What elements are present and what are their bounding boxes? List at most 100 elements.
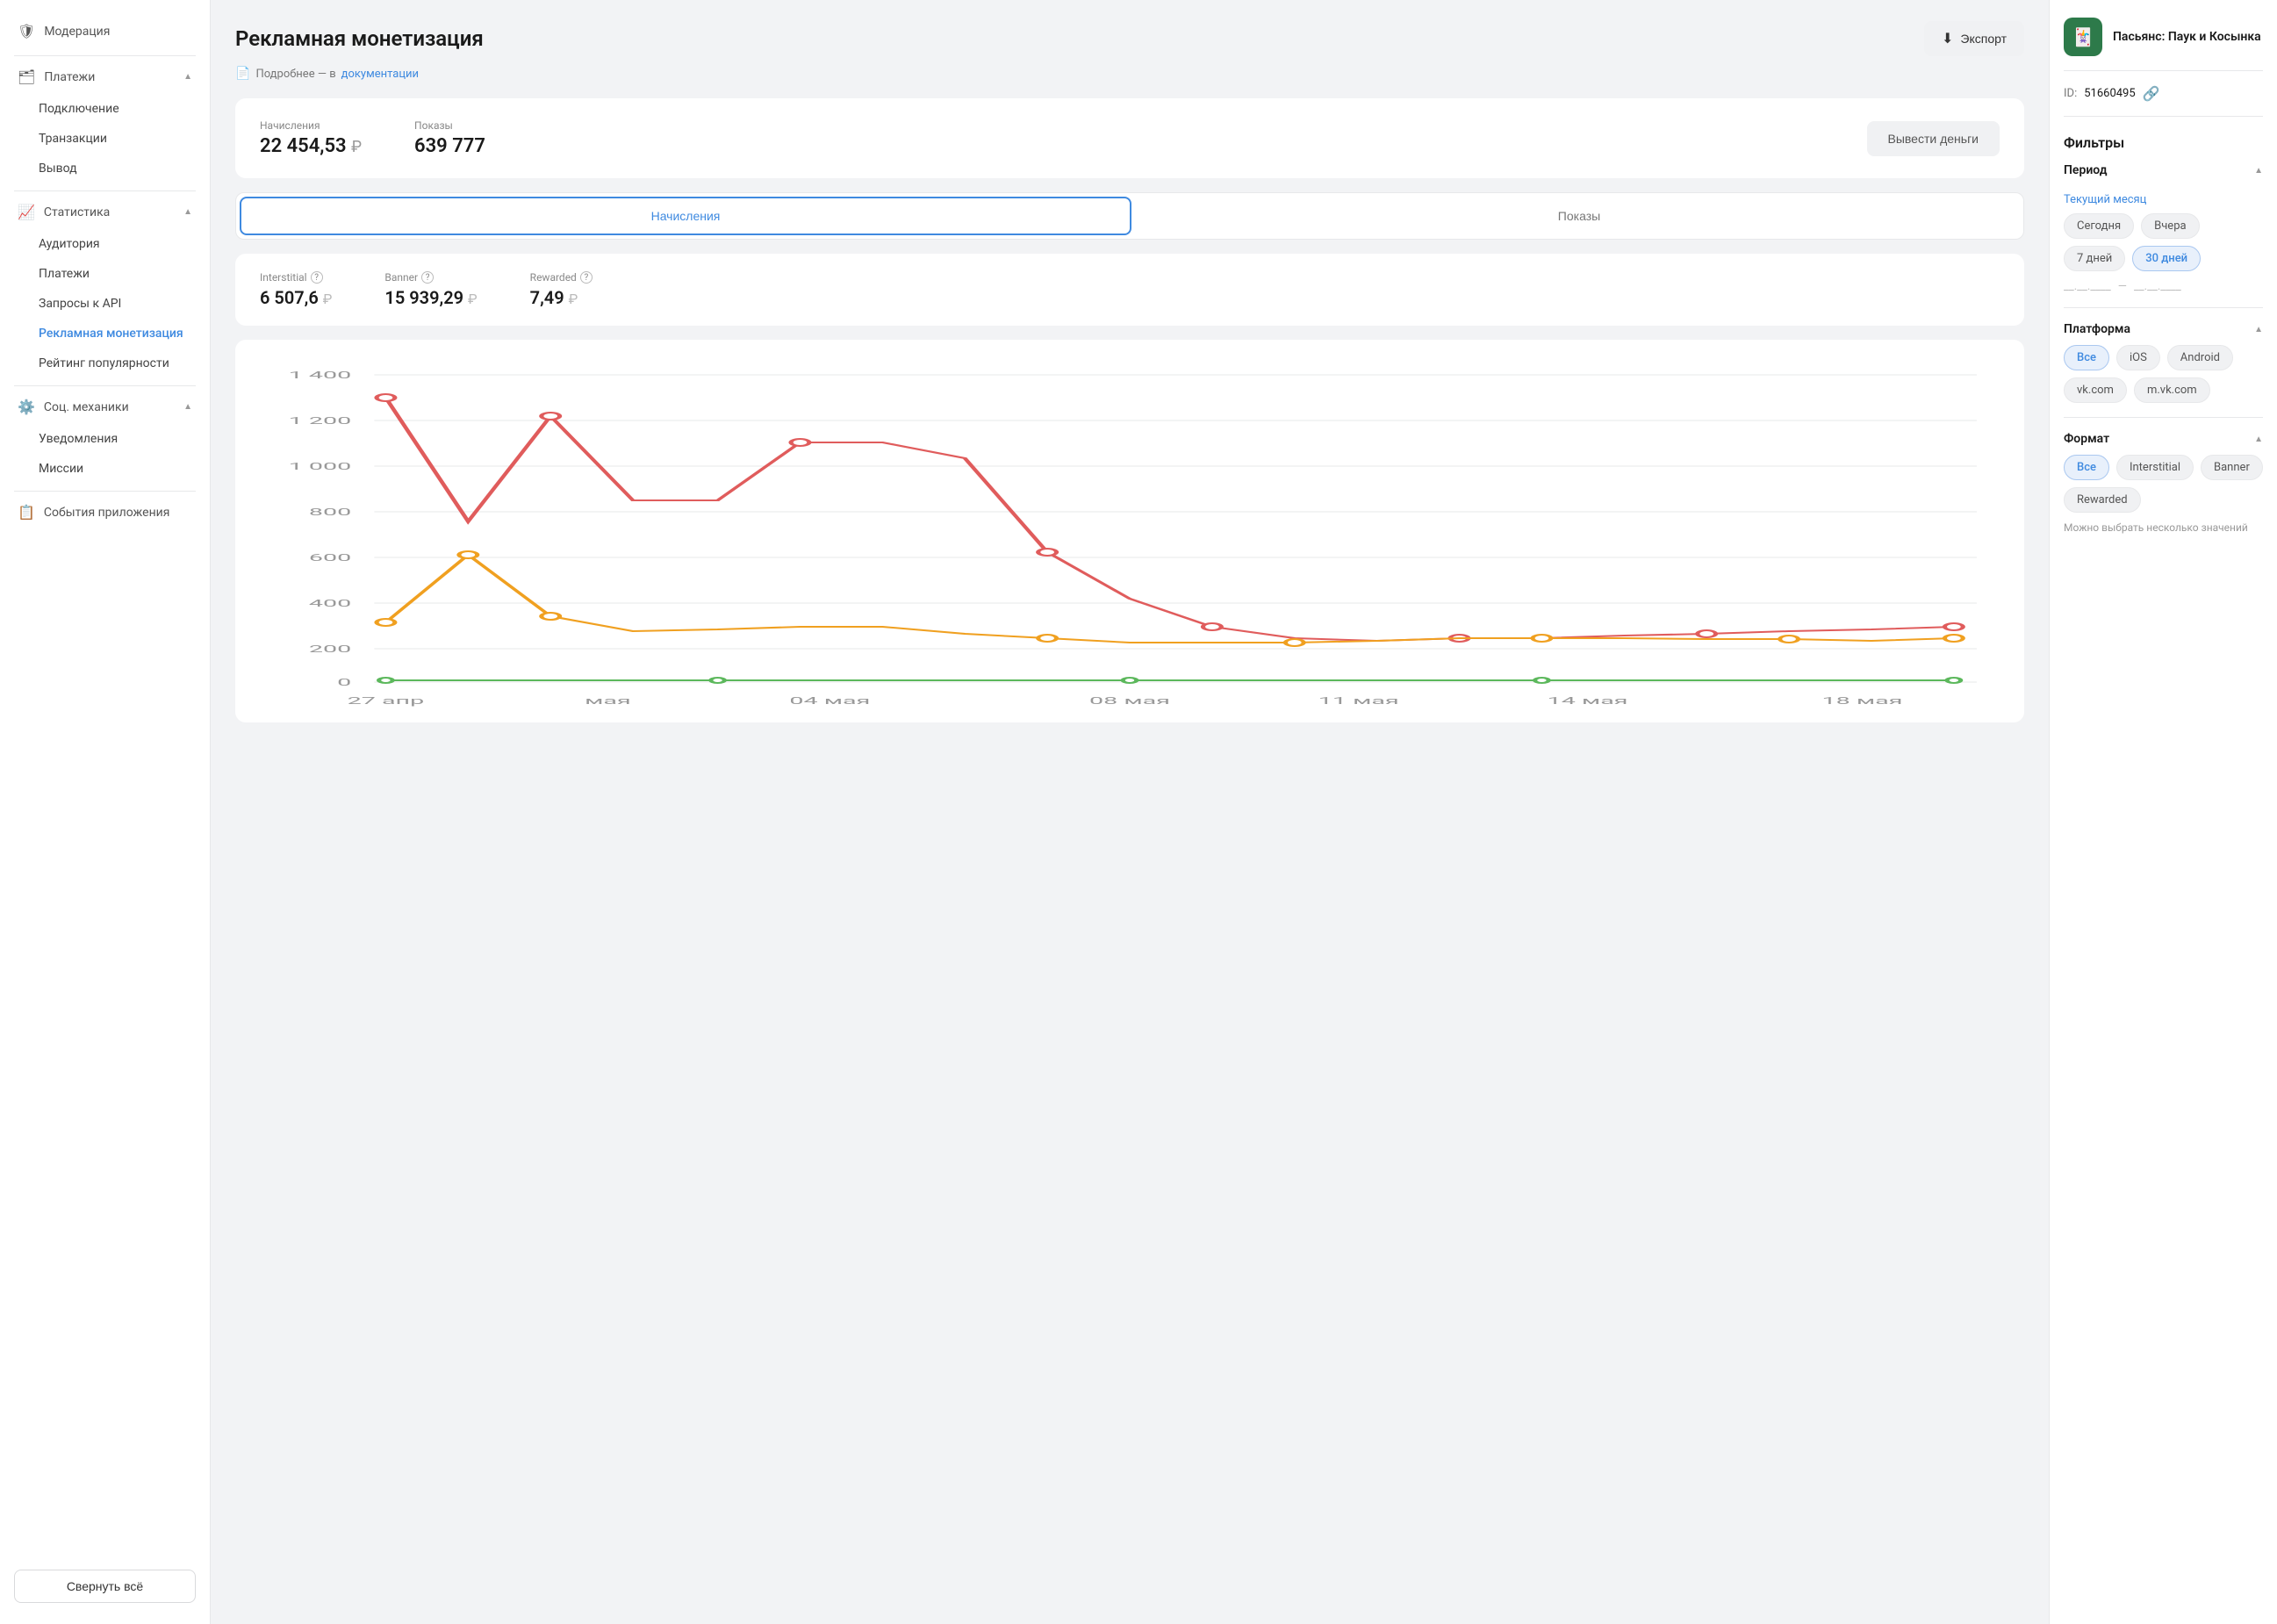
export-icon: ⬇ — [1942, 30, 1953, 47]
sidebar-item-transactions[interactable]: Транзакции — [0, 124, 210, 154]
app-id-label: ID: — [2064, 87, 2077, 100]
svg-text:400: 400 — [309, 598, 351, 609]
period-7days[interactable]: 7 дней — [2064, 246, 2125, 271]
filters-section: Фильтры Период ▲ Текущий месяц Сегодня В… — [2064, 134, 2263, 534]
sidebar-item-connection[interactable]: Подключение — [0, 94, 210, 124]
banner-line — [385, 555, 1953, 643]
platform-all[interactable]: Все — [2064, 345, 2109, 370]
banner-dot — [459, 551, 478, 558]
sidebar-item-withdrawal[interactable]: Вывод — [0, 154, 210, 183]
sidebar-item-notifications[interactable]: Уведомления — [0, 424, 210, 454]
rewarded-dot — [1535, 678, 1549, 683]
app-header: 🃏 Пасьянс: Паук и Косынка — [2064, 18, 2263, 71]
sidebar-section-social: ⚙️ Соц. механики ▲ Уведомления Миссии — [0, 390, 210, 484]
svg-text:600: 600 — [309, 552, 351, 564]
platform-chips: Все iOS Android vk.com m.vk.com — [2064, 345, 2263, 403]
format-banner[interactable]: Banner — [2201, 455, 2263, 480]
sidebar-header-statistics[interactable]: 📈 Статистика ▲ — [0, 195, 210, 229]
format-filter: Формат ▲ Все Interstitial Banner Rewarde… — [2064, 432, 2263, 534]
sidebar-item-api[interactable]: Запросы к API — [0, 289, 210, 319]
interstitial-dot — [1698, 630, 1716, 637]
interstitial-help-icon[interactable]: ? — [311, 271, 323, 284]
docs-link[interactable]: документации — [341, 68, 419, 81]
platform-android[interactable]: Android — [2167, 345, 2233, 370]
date-range-row: __.__.____ — __.__.____ — [2064, 280, 2263, 293]
metric-banner: Banner ? 15 939,29 ₽ — [384, 271, 477, 308]
sidebar-header-payments[interactable]: 🗂 Платежи ▲ — [0, 60, 210, 94]
page-title: Рекламная монетизация — [235, 26, 484, 51]
svg-text:800: 800 — [309, 507, 351, 518]
platform-filter: Платформа ▲ Все iOS Android vk.com m.vk.… — [2064, 322, 2263, 403]
period-chips: Сегодня Вчера 7 дней 30 дней — [2064, 213, 2263, 271]
sidebar-section-app-events: 📋 События приложения — [0, 495, 210, 529]
tab-accruals[interactable]: Начисления — [240, 197, 1131, 235]
filters-title: Фильтры — [2064, 134, 2263, 151]
sidebar-header-social[interactable]: ⚙️ Соц. механики ▲ — [0, 390, 210, 424]
svg-text:мая: мая — [585, 695, 631, 707]
stats-card: Начисления 22 454,53 ₽ Показы 639 777 Вы… — [235, 98, 2024, 178]
sidebar-item-ad-monetization[interactable]: Рекламная монетизация — [0, 319, 210, 349]
info-icon: 📄 — [235, 67, 250, 81]
sidebar-item-app-events[interactable]: 📋 События приложения — [0, 495, 210, 529]
sidebar-item-popularity[interactable]: Рейтинг популярности — [0, 349, 210, 378]
sidebar: 🛡 Модерация 🗂 Платежи ▲ Подключение Тран… — [0, 0, 211, 1624]
rewarded-value: 7,49 ₽ — [530, 287, 593, 308]
shows-value: 639 777 — [414, 135, 485, 157]
svg-text:200: 200 — [309, 643, 351, 655]
banner-dot — [1285, 639, 1304, 646]
sidebar-label-social: Соц. механики — [44, 400, 129, 414]
rewarded-dot — [711, 678, 725, 683]
platform-mvkcom[interactable]: m.vk.com — [2134, 377, 2210, 403]
svg-text:1 400: 1 400 — [289, 370, 352, 381]
shows-block: Показы 639 777 — [414, 119, 485, 157]
app-id-value: 51660495 — [2084, 87, 2135, 100]
sidebar-item-audience[interactable]: Аудитория — [0, 229, 210, 259]
period-current-month[interactable]: Текущий месяц — [2064, 186, 2263, 213]
format-hint: Можно выбрать несколько значений — [2064, 521, 2263, 534]
platform-vkcom[interactable]: vk.com — [2064, 377, 2127, 403]
withdraw-button[interactable]: Вывести деньги — [1867, 121, 2000, 156]
chart-tabs: Начисления Показы — [235, 192, 2024, 240]
period-title: Период — [2064, 163, 2107, 177]
chevron-up-icon-social: ▲ — [183, 402, 192, 412]
svg-text:11 мая: 11 мая — [1318, 695, 1399, 707]
chevron-up-icon-stat: ▲ — [183, 207, 192, 217]
chart-container: 1 400 1 200 1 000 800 600 400 200 0 27 а… — [260, 357, 2000, 708]
app-id-row: ID: 51660495 🔗 — [2064, 85, 2263, 117]
export-button[interactable]: ⬇ Экспорт — [1924, 21, 2024, 56]
metric-interstitial: Interstitial ? 6 507,6 ₽ — [260, 271, 332, 308]
period-yesterday[interactable]: Вчера — [2141, 213, 2199, 239]
format-title: Формат — [2064, 432, 2109, 446]
banner-help-icon[interactable]: ? — [421, 271, 434, 284]
period-30days[interactable]: 30 дней — [2132, 246, 2201, 271]
banner-dot — [1038, 635, 1057, 642]
right-panel: 🃏 Пасьянс: Паук и Косынка ID: 51660495 🔗… — [2049, 0, 2277, 1624]
format-all[interactable]: Все — [2064, 455, 2109, 480]
sidebar-item-moderation[interactable]: 🛡 Модерация — [0, 14, 210, 48]
platform-ios[interactable]: iOS — [2116, 345, 2160, 370]
platform-chevron-icon: ▲ — [2254, 325, 2263, 334]
period-today[interactable]: Сегодня — [2064, 213, 2134, 239]
page-subtitle: 📄 Подробнее — в документации — [235, 67, 2024, 81]
rewarded-help-icon[interactable]: ? — [580, 271, 593, 284]
sidebar-label-app-events: События приложения — [44, 506, 170, 520]
sidebar-item-payments-stat[interactable]: Платежи — [0, 259, 210, 289]
events-icon: 📋 — [18, 504, 35, 521]
format-rewarded[interactable]: Rewarded — [2064, 487, 2141, 513]
sidebar-item-missions[interactable]: Миссии — [0, 454, 210, 484]
interstitial-value: 6 507,6 ₽ — [260, 287, 332, 308]
banner-dot — [377, 619, 395, 626]
chevron-up-icon: ▲ — [183, 72, 192, 82]
tab-shows[interactable]: Показы — [1135, 193, 2023, 239]
collapse-all-button[interactable]: Свернуть всё — [14, 1570, 196, 1603]
accruals-value: 22 454,53 ₽ — [260, 135, 362, 157]
wallet-icon: 🗂 — [18, 68, 35, 85]
format-interstitial[interactable]: Interstitial — [2116, 455, 2194, 480]
sidebar-section-statistics: 📈 Статистика ▲ Аудитория Платежи Запросы… — [0, 195, 210, 378]
interstitial-dot — [791, 439, 809, 446]
period-chevron-icon: ▲ — [2254, 166, 2263, 176]
sidebar-label-payments: Платежи — [44, 70, 95, 84]
copy-link-icon[interactable]: 🔗 — [2143, 85, 2160, 102]
interstitial-dot — [1203, 623, 1221, 630]
main-content: Рекламная монетизация ⬇ Экспорт 📄 Подроб… — [211, 0, 2049, 1624]
